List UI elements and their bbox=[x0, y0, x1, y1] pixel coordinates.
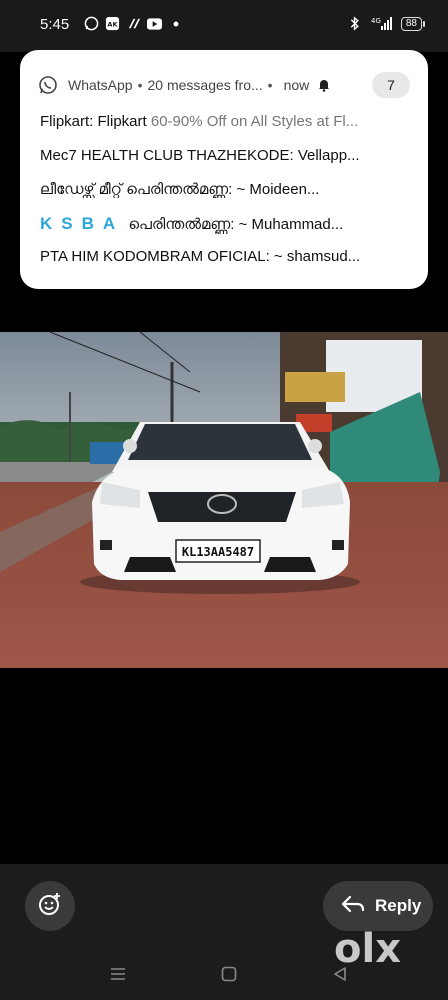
reply-button[interactable]: Reply bbox=[323, 881, 433, 931]
status-bar: 5:45 AK 4G 88 bbox=[0, 0, 448, 52]
message-sender: പെരിന്തൽമണ്ണ: ~ Muhammad... bbox=[128, 216, 344, 233]
status-notification-icons: AK bbox=[84, 16, 183, 31]
battery-indicator: 88 bbox=[400, 16, 426, 31]
notification-header: WhatsApp • 20 messages fro... • now 7 bbox=[38, 72, 410, 98]
ksba-prefix: KSBA bbox=[40, 214, 125, 233]
notification-app-name: WhatsApp bbox=[68, 77, 133, 93]
system-nav-bar bbox=[0, 950, 448, 1000]
youtube-icon bbox=[147, 16, 162, 31]
network-type-label: 4G bbox=[371, 17, 381, 25]
bluetooth-icon bbox=[348, 16, 363, 31]
notification-message: ലീഡേഴ്സ് മീറ്റ് പെരിന്തൽമണ്ണ: ~ Moideen.… bbox=[40, 181, 412, 198]
back-icon[interactable] bbox=[328, 962, 352, 986]
app-icon bbox=[126, 16, 141, 31]
menu-icon[interactable] bbox=[106, 962, 130, 986]
bell-icon bbox=[317, 78, 331, 92]
sticker-button[interactable] bbox=[25, 881, 75, 931]
notification-message: PTA HIM KODOMBRAM OFICIAL: ~ shamsud... bbox=[40, 248, 412, 265]
message-sender: ലീഡേഴ്സ് മീറ്റ് പെരിന്തൽമണ്ണ: ~ Moideen.… bbox=[40, 181, 320, 198]
home-icon[interactable] bbox=[217, 962, 241, 986]
status-system-icons: 4G 88 bbox=[348, 16, 426, 31]
message-highlight: 60-90 bbox=[150, 113, 190, 130]
license-plate: KL13AA5487 bbox=[182, 545, 254, 559]
message-count-badge[interactable]: 7 bbox=[372, 72, 410, 98]
reply-label: Reply bbox=[375, 896, 422, 915]
status-time: 5:45 bbox=[40, 16, 70, 33]
whatsapp-icon bbox=[38, 75, 58, 95]
separator-dot: • bbox=[267, 77, 273, 93]
whatsapp-notification[interactable]: WhatsApp • 20 messages fro... • now 7 Fl… bbox=[20, 50, 428, 289]
reply-arrow-icon bbox=[341, 895, 365, 918]
message-body: % Off on All Styles at Fl... bbox=[189, 113, 359, 130]
separator-dot: • bbox=[137, 77, 143, 93]
notification-message: Mec7 HEALTH CLUB THAZHEKODE: Vellapp... bbox=[40, 147, 412, 164]
dot-icon bbox=[168, 16, 183, 31]
notification-summary: 20 messages fro... bbox=[147, 77, 263, 93]
notification-time: now bbox=[283, 77, 310, 93]
car-photo[interactable]: KL13AA5487 bbox=[0, 332, 448, 668]
ak-app-icon: AK bbox=[105, 16, 120, 31]
car-photo-illustration: KL13AA5487 bbox=[0, 332, 448, 668]
message-sender: Mec7 HEALTH CLUB THAZHEKODE: Vellapp... bbox=[40, 147, 360, 164]
whatsapp-icon bbox=[84, 16, 99, 31]
notification-message: Flipkart: Flipkart 60-90% Off on All Sty… bbox=[40, 113, 412, 130]
message-sender: PTA HIM KODOMBRAM OFICIAL: ~ shamsud... bbox=[40, 248, 361, 265]
svg-text:AK: AK bbox=[107, 20, 118, 28]
message-sender: Flipkart: Flipkart bbox=[40, 113, 147, 130]
notification-message: KSBA പെരിന്തൽമണ്ണ: ~ Muhammad... bbox=[40, 214, 412, 234]
4g-signal-icon: 4G bbox=[371, 16, 393, 31]
sticker-icon bbox=[37, 891, 63, 922]
